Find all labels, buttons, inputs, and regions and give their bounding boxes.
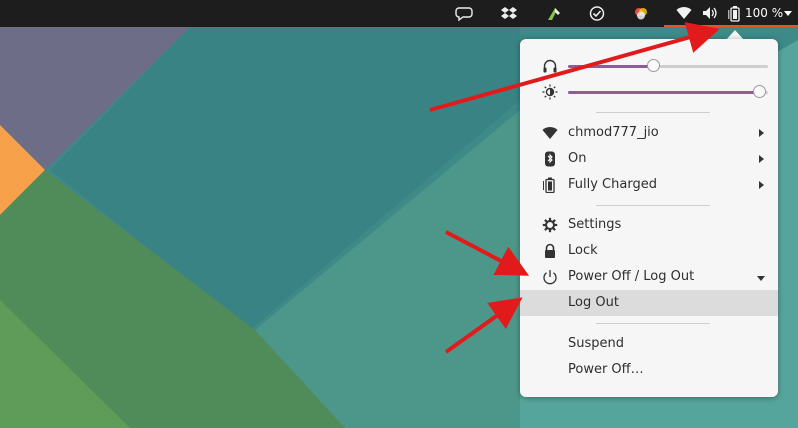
lock-icon (542, 243, 558, 259)
dropbox-icon[interactable] (500, 5, 518, 22)
system-menu: chmod777_jio On Fully Charged Settings L… (520, 39, 778, 397)
tool-icon[interactable] (545, 5, 563, 22)
wifi-icon (676, 6, 694, 23)
separator (596, 112, 710, 113)
separator (596, 205, 710, 206)
brightness-icon (542, 84, 558, 100)
lock-item[interactable]: Lock (520, 238, 778, 264)
power-off-log-out-label: Power Off / Log Out (568, 269, 695, 284)
volume-slider-fill (568, 65, 654, 68)
separator (596, 323, 710, 324)
wifi-network-item[interactable]: chmod777_jio (520, 120, 778, 146)
settings-icon (542, 217, 558, 233)
battery-icon (542, 177, 558, 193)
power-off-label: Power Off… (568, 362, 644, 377)
settings-item[interactable]: Settings (520, 212, 778, 238)
color-picker-icon[interactable] (632, 5, 650, 22)
brightness-slider-handle[interactable] (753, 85, 766, 98)
brightness-slider-fill (568, 91, 760, 94)
system-status-button[interactable]: 100 % (664, 0, 798, 27)
settings-label: Settings (568, 217, 622, 232)
top-bar: 100 % (0, 0, 798, 27)
power-icon (542, 269, 558, 285)
bluetooth-item[interactable]: On (520, 146, 778, 172)
chevron-right-icon (759, 129, 764, 137)
bluetooth-icon (542, 151, 558, 167)
battery-percentage: 100 % (745, 6, 784, 20)
wifi-network-label: chmod777_jio (568, 125, 659, 140)
chevron-down-icon (757, 276, 765, 281)
battery-icon (728, 5, 746, 22)
chevron-right-icon (759, 181, 764, 189)
lock-label: Lock (568, 243, 598, 258)
volume-icon (702, 6, 720, 23)
log-out-label: Log Out (568, 295, 619, 310)
battery-label: Fully Charged (568, 177, 657, 192)
wifi-icon (542, 125, 558, 141)
suspend-label: Suspend (568, 336, 625, 351)
brightness-slider[interactable] (520, 82, 778, 102)
chevron-down-icon (784, 11, 792, 16)
bluetooth-label: On (568, 151, 587, 166)
volume-slider-track[interactable] (568, 59, 768, 72)
chevron-right-icon (759, 155, 764, 163)
check-circle-icon[interactable] (588, 5, 606, 22)
power-off-item[interactable]: Power Off… (520, 357, 778, 383)
volume-slider-handle[interactable] (647, 59, 660, 72)
volume-slider[interactable] (520, 56, 778, 76)
brightness-slider-track[interactable] (568, 85, 768, 98)
battery-item[interactable]: Fully Charged (520, 172, 778, 198)
suspend-item[interactable]: Suspend (520, 331, 778, 357)
log-out-item[interactable]: Log Out (520, 290, 778, 316)
power-off-log-out-item[interactable]: Power Off / Log Out (520, 264, 778, 290)
chat-bubble-icon[interactable] (455, 5, 473, 22)
headphones-icon (542, 58, 558, 74)
